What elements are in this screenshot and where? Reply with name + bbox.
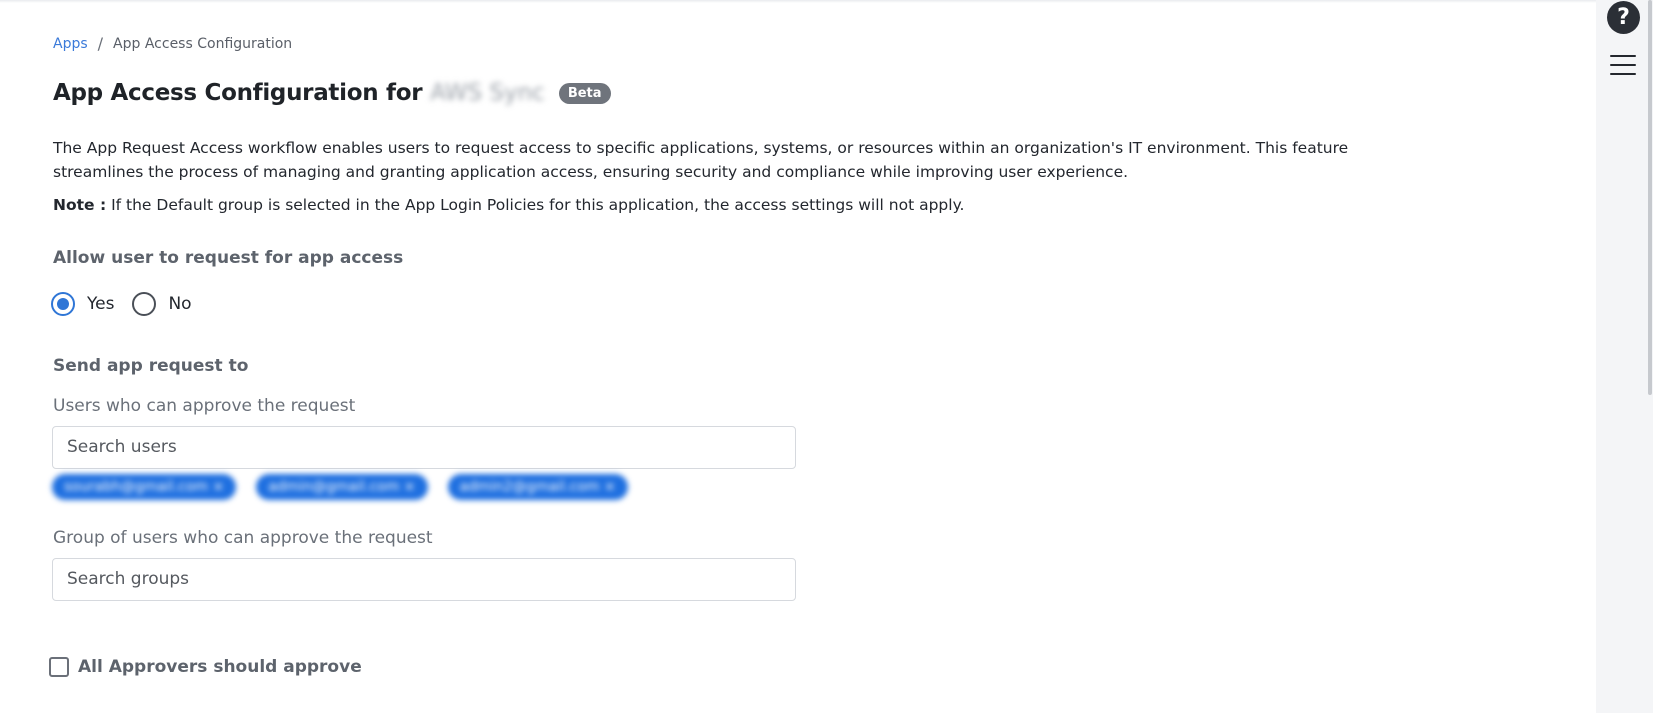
selected-users-list: sourabh@gmail.com × admin@gmail.com × ad…	[52, 474, 628, 500]
app-name: AWS Sync	[430, 80, 545, 106]
breadcrumb-current: App Access Configuration	[113, 35, 293, 52]
all-approvers-checkbox[interactable]	[49, 657, 69, 677]
allow-request-label: Allow user to request for app access	[53, 248, 404, 268]
groups-approver-label: Group of users who can approve the reque…	[53, 528, 433, 548]
page-title: App Access Configuration for	[53, 80, 423, 106]
right-side-panel	[1596, 0, 1653, 713]
radio-yes[interactable]	[51, 292, 75, 316]
radio-no-label[interactable]: No	[168, 294, 191, 314]
note-body: If the Default group is selected in the …	[106, 196, 965, 214]
allow-request-radio-group: Yes No	[51, 292, 210, 316]
main-content: Apps / App Access Configuration App Acce…	[0, 0, 1596, 713]
users-approver-label: Users who can approve the request	[53, 396, 356, 416]
breadcrumb-separator: /	[97, 34, 104, 53]
scrollbar-thumb[interactable]	[1648, 0, 1652, 395]
radio-yes-label[interactable]: Yes	[87, 294, 114, 314]
radio-selected-dot	[57, 298, 69, 310]
menu-line	[1610, 73, 1636, 75]
breadcrumb-apps-link[interactable]: Apps	[53, 36, 88, 52]
feature-description: The App Request Access workflow enables …	[53, 139, 1349, 181]
hamburger-menu-icon[interactable]	[1610, 55, 1636, 75]
breadcrumb: Apps / App Access Configuration	[53, 34, 292, 53]
radio-no[interactable]	[132, 292, 157, 316]
send-request-heading: Send app request to	[53, 356, 249, 376]
menu-line	[1610, 64, 1636, 66]
note-label: Note :	[53, 196, 107, 214]
selected-user-chip[interactable]: admin2@gmail.com ×	[447, 474, 628, 500]
all-approvers-row: All Approvers should approve	[49, 657, 362, 677]
note-text: Note : If the Default group is selected …	[53, 196, 964, 214]
page-title-row: App Access Configuration for AWS Sync Be…	[53, 80, 611, 106]
search-groups-input[interactable]: Search groups	[52, 558, 796, 601]
search-users-input[interactable]: Search users	[52, 426, 796, 469]
selected-user-chip[interactable]: admin@gmail.com ×	[256, 474, 428, 500]
selected-user-chip[interactable]: sourabh@gmail.com ×	[52, 474, 237, 500]
menu-line	[1610, 55, 1636, 57]
beta-badge: Beta	[558, 82, 611, 104]
all-approvers-label[interactable]: All Approvers should approve	[78, 657, 362, 677]
help-icon[interactable]: ?	[1607, 1, 1640, 34]
